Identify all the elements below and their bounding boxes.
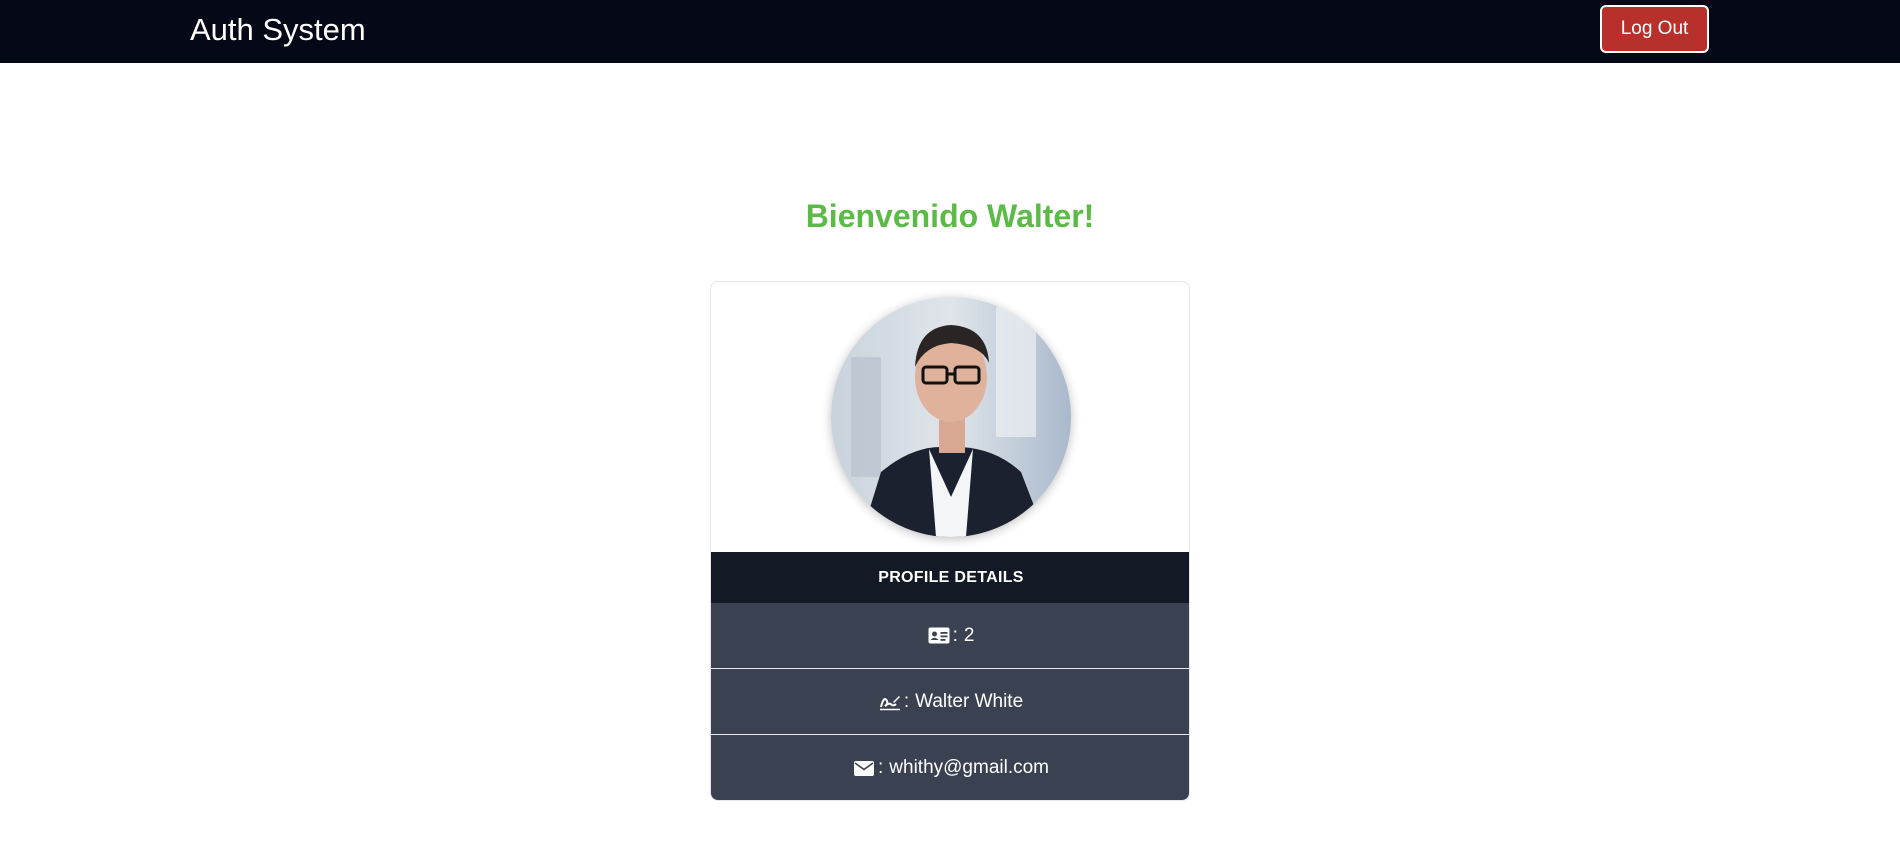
profile-card: PROFILE DETAILS : 2 : Walter White: whi…: [710, 281, 1190, 801]
profile-email-value: whithy@gmail.com: [889, 757, 1049, 778]
welcome-heading: Bienvenido Walter!: [805, 198, 1095, 234]
profile-details-header: PROFILE DETAILS: [711, 552, 1189, 603]
navbar: Auth System Log Out: [0, 0, 1900, 63]
logout-button[interactable]: Log Out: [1600, 5, 1709, 53]
profile-name-value: Walter White: [915, 690, 1024, 712]
profile-id-value: 2: [963, 624, 975, 646]
signature-icon: [879, 692, 901, 712]
row-separator: :: [952, 624, 958, 646]
id-card-icon: [928, 626, 950, 646]
profile-row-email: : whithy@gmail.com: [711, 735, 1189, 800]
avatar: [831, 297, 1071, 537]
brand-title[interactable]: Auth System: [190, 12, 366, 48]
row-separator: :: [878, 757, 884, 778]
row-separator: :: [903, 690, 910, 712]
profile-row-name: : Walter White: [711, 669, 1189, 735]
envelope-icon: [853, 758, 875, 778]
profile-row-id: : 2: [711, 603, 1189, 669]
